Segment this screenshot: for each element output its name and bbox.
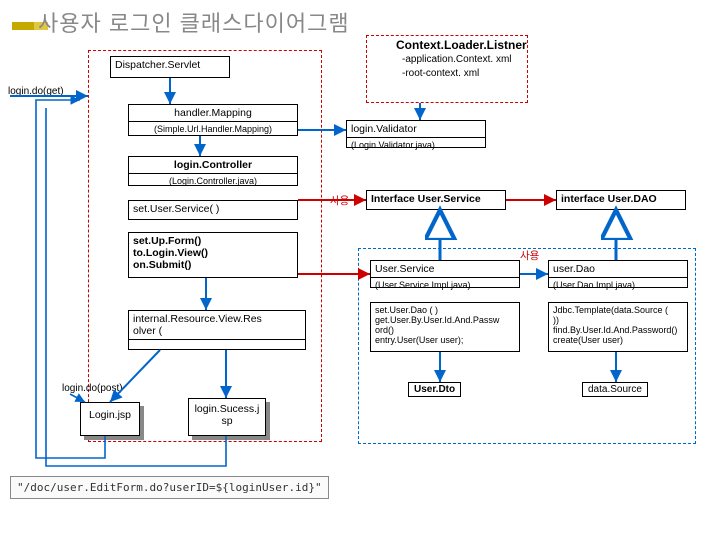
handler-mapping-name: handler.Mapping xyxy=(129,105,297,122)
set-user-service-box: set.User.Service( ) xyxy=(128,200,298,220)
user-service-box: User.Service (User.Service.Impl.java) xyxy=(370,260,520,288)
user-service-name: User.Service xyxy=(371,261,519,278)
user-dao-methods: Jdbc.Template(data.Source ( )) find.By.U… xyxy=(549,303,687,347)
login-controller-detail: (Login.Controller.java) xyxy=(129,174,297,188)
data-source-box: data.Source xyxy=(582,382,648,397)
context-line2: -root-context. xml xyxy=(402,68,479,79)
login-controller-box: login.Controller (Login.Controller.java) xyxy=(128,156,298,186)
handler-mapping-box: handler.Mapping (Simple.Url.Handler.Mapp… xyxy=(128,104,298,136)
user-dto-box: User.Dto xyxy=(408,382,461,397)
login-jsp-box: Login.jsp xyxy=(80,402,140,436)
view-resolver-box: internal.Resource.View.Res olver ( xyxy=(128,310,306,350)
login-validator-detail: (Login.Validator.java) xyxy=(347,138,485,152)
view-resolver-label: internal.Resource.View.Res olver ( xyxy=(129,311,305,340)
dispatcher-servlet-label: Dispatcher.Servlet xyxy=(111,57,229,73)
set-user-service-label: set.User.Service( ) xyxy=(129,201,297,217)
user-dao-name: user.Dao xyxy=(549,261,687,278)
user-dao-methods-box: Jdbc.Template(data.Source ( )) find.By.U… xyxy=(548,302,688,352)
context-line1: -application.Context. xml xyxy=(402,54,512,65)
success-jsp-label: login.Sucess.j sp xyxy=(189,399,265,429)
use-label-1: 사용 xyxy=(330,193,349,208)
context-title: Context.Loader.Listner xyxy=(396,38,527,52)
success-jsp-box: login.Sucess.j sp xyxy=(188,398,266,436)
iface-user-dao-box: interface User.DAO xyxy=(556,190,686,210)
login-jsp-label: Login.jsp xyxy=(81,403,139,423)
post-label: login.do(post) xyxy=(62,383,123,394)
iface-user-dao-label: interface User.DAO xyxy=(557,191,685,207)
page-title: 사용자 로그인 클래스다이어그램 xyxy=(38,6,350,38)
code-snippet: "/doc/user.EditForm.do?userID=${loginUse… xyxy=(10,476,329,499)
get-label: login.do(get) xyxy=(8,86,64,97)
iface-user-service-label: Interface User.Service xyxy=(367,191,505,207)
login-controller-name: login.Controller xyxy=(129,157,297,174)
accent-bar xyxy=(12,22,34,30)
user-service-methods-box: set.User.Dao ( ) get.User.By.User.Id.And… xyxy=(370,302,520,352)
user-dao-detail: (User.Dao.Impl.java) xyxy=(549,278,687,292)
user-service-detail: (User.Service.Impl.java) xyxy=(371,278,519,292)
user-dao-box: user.Dao (User.Dao.Impl.java) xyxy=(548,260,688,288)
user-service-methods: set.User.Dao ( ) get.User.By.User.Id.And… xyxy=(371,303,519,347)
controller-methods-label: set.Up.Form() to.Login.View() on.Submit(… xyxy=(129,233,297,273)
iface-user-service-box: Interface User.Service xyxy=(366,190,506,210)
handler-mapping-detail: (Simple.Url.Handler.Mapping) xyxy=(129,122,297,136)
login-validator-name: login.Validator xyxy=(347,121,485,138)
login-validator-box: login.Validator (Login.Validator.java) xyxy=(346,120,486,148)
controller-methods-box: set.Up.Form() to.Login.View() on.Submit(… xyxy=(128,232,298,278)
canvas: 사용자 로그인 클래스다이어그램 Dispatcher.Servlet logi… xyxy=(0,0,720,540)
dispatcher-servlet-box: Dispatcher.Servlet xyxy=(110,56,230,78)
